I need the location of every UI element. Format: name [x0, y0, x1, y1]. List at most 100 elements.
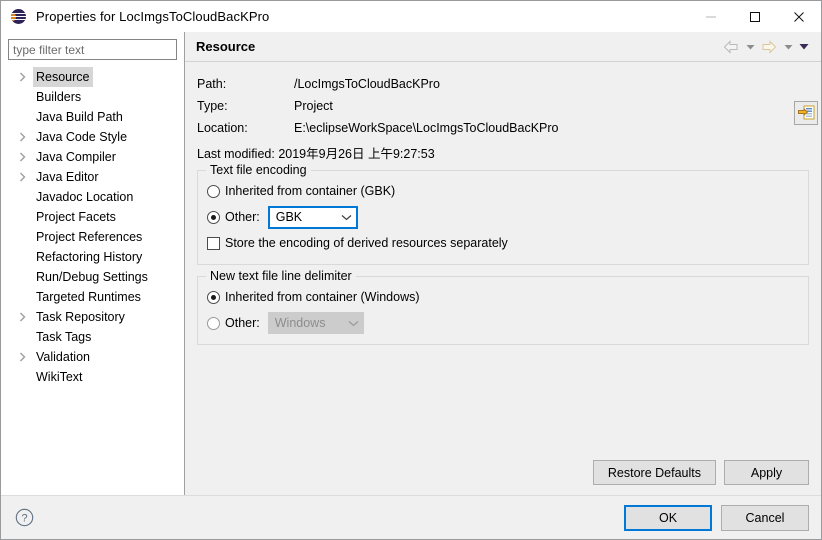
sidebar-item-label: Javadoc Location [33, 187, 136, 207]
window-title: Properties for LocImgsToCloudBacKPro [36, 9, 269, 24]
sidebar-item-label: Builders [33, 87, 84, 107]
forward-dropdown-icon[interactable] [781, 37, 795, 57]
encoding-inherited-option[interactable]: Inherited from container (GBK) [207, 179, 799, 203]
sidebar-item-label: Java Build Path [33, 107, 126, 127]
tree-spacer [16, 247, 30, 267]
delimiter-inherited-option[interactable]: Inherited from container (Windows) [207, 285, 799, 309]
line-delimiter-group: New text file line delimiter Inherited f… [197, 276, 809, 345]
type-label: Type: [197, 95, 294, 117]
tree-spacer [16, 327, 30, 347]
sidebar-item-validation[interactable]: Validation [8, 347, 177, 367]
maximize-icon[interactable] [733, 1, 777, 32]
filter-input[interactable] [8, 39, 177, 60]
tree-spacer [16, 367, 30, 387]
sidebar: ResourceBuildersJava Build PathJava Code… [1, 32, 185, 495]
store-derived-option[interactable]: Store the encoding of derived resources … [207, 231, 799, 255]
location-value: E:\eclipseWorkSpace\LocImgsToCloudBacKPr… [294, 117, 809, 139]
footer-buttons: OK Cancel [624, 505, 809, 531]
encoding-inherited-radio[interactable] [207, 185, 220, 198]
sidebar-item-label: Task Repository [33, 307, 128, 327]
sidebar-item-java-build-path[interactable]: Java Build Path [8, 107, 177, 127]
store-derived-checkbox[interactable] [207, 237, 220, 250]
tree-spacer [16, 207, 30, 227]
type-value: Project [294, 95, 809, 117]
resource-info: Path: /LocImgsToCloudBacKPro Type: Proje… [197, 73, 809, 139]
page-pane: Resource [185, 32, 821, 495]
sidebar-item-java-editor[interactable]: Java Editor [8, 167, 177, 187]
cancel-button[interactable]: Cancel [721, 505, 809, 531]
tree-spacer [16, 87, 30, 107]
apply-button[interactable]: Apply [724, 460, 809, 485]
sidebar-item-java-code-style[interactable]: Java Code Style [8, 127, 177, 147]
delimiter-other-label: Other: [225, 316, 260, 330]
text-file-encoding-group: Text file encoding Inherited from contai… [197, 170, 809, 265]
sidebar-item-label: WikiText [33, 367, 86, 387]
chevron-right-icon[interactable] [16, 67, 30, 87]
window-controls [689, 1, 821, 32]
sidebar-item-task-tags[interactable]: Task Tags [8, 327, 177, 347]
page-content: Path: /LocImgsToCloudBacKPro Type: Proje… [185, 62, 821, 460]
sidebar-item-project-references[interactable]: Project References [8, 227, 177, 247]
last-modified-value: 2019年9月26日 上午9:27:53 [278, 147, 434, 161]
sidebar-item-wikitext[interactable]: WikiText [8, 367, 177, 387]
sidebar-item-label: Java Editor [33, 167, 102, 187]
sidebar-item-label: Run/Debug Settings [33, 267, 151, 287]
delimiter-other-radio[interactable] [207, 317, 220, 330]
sidebar-item-label: Resource [33, 67, 93, 87]
sidebar-item-javadoc-location[interactable]: Javadoc Location [8, 187, 177, 207]
sidebar-item-label: Targeted Runtimes [33, 287, 144, 307]
sidebar-item-java-compiler[interactable]: Java Compiler [8, 147, 177, 167]
sidebar-item-targeted-runtimes[interactable]: Targeted Runtimes [8, 287, 177, 307]
sidebar-item-label: Validation [33, 347, 93, 367]
encoding-other-label: Other: [225, 210, 260, 224]
tree-spacer [16, 107, 30, 127]
sidebar-item-task-repository[interactable]: Task Repository [8, 307, 177, 327]
reveal-in-explorer-icon[interactable] [794, 101, 818, 125]
page-action-buttons: Restore Defaults Apply [185, 460, 821, 495]
sidebar-item-label: Task Tags [33, 327, 94, 347]
restore-defaults-button[interactable]: Restore Defaults [593, 460, 716, 485]
page-nav-icons [721, 37, 811, 57]
path-label: Path: [197, 73, 294, 95]
chevron-right-icon[interactable] [16, 167, 30, 187]
chevron-right-icon[interactable] [16, 347, 30, 367]
sidebar-item-builders[interactable]: Builders [8, 87, 177, 107]
encoding-combo[interactable]: GBK [268, 206, 358, 229]
forward-arrow-icon[interactable] [759, 37, 779, 57]
eclipse-icon [10, 8, 28, 26]
sidebar-item-label: Refactoring History [33, 247, 145, 267]
ok-button[interactable]: OK [624, 505, 712, 531]
chevron-right-icon[interactable] [16, 147, 30, 167]
delimiter-group-title: New text file line delimiter [206, 269, 356, 283]
view-menu-icon[interactable] [797, 37, 811, 57]
last-modified-row: Last modified: 2019年9月26日 上午9:27:53 [197, 143, 809, 165]
chevron-down-icon [348, 320, 359, 327]
title-bar: Properties for LocImgsToCloudBacKPro [1, 1, 821, 32]
sidebar-item-resource[interactable]: Resource [8, 67, 177, 87]
sidebar-item-label: Project References [33, 227, 145, 247]
encoding-group-title: Text file encoding [206, 163, 311, 177]
page-title: Resource [196, 39, 255, 54]
encoding-other-radio[interactable] [207, 211, 220, 224]
chevron-right-icon[interactable] [16, 307, 30, 327]
sidebar-item-run-debug-settings[interactable]: Run/Debug Settings [8, 267, 177, 287]
location-label: Location: [197, 117, 294, 139]
delimiter-inherited-radio[interactable] [207, 291, 220, 304]
delimiter-other-option[interactable]: Other: Windows [207, 311, 799, 335]
help-icon[interactable]: ? [15, 508, 35, 528]
dialog-footer: ? OK Cancel [1, 495, 821, 539]
page-header: Resource [185, 32, 821, 62]
back-dropdown-icon[interactable] [743, 37, 757, 57]
chevron-down-icon [341, 214, 352, 221]
sidebar-item-refactoring-history[interactable]: Refactoring History [8, 247, 177, 267]
close-icon[interactable] [777, 1, 821, 32]
back-arrow-icon[interactable] [721, 37, 741, 57]
tree-spacer [16, 287, 30, 307]
encoding-inherited-label: Inherited from container (GBK) [225, 184, 395, 198]
tree-spacer [16, 187, 30, 207]
encoding-other-option[interactable]: Other: GBK [207, 205, 799, 229]
minimize-icon[interactable] [689, 1, 733, 32]
sidebar-item-project-facets[interactable]: Project Facets [8, 207, 177, 227]
chevron-right-icon[interactable] [16, 127, 30, 147]
path-value: /LocImgsToCloudBacKPro [294, 73, 809, 95]
